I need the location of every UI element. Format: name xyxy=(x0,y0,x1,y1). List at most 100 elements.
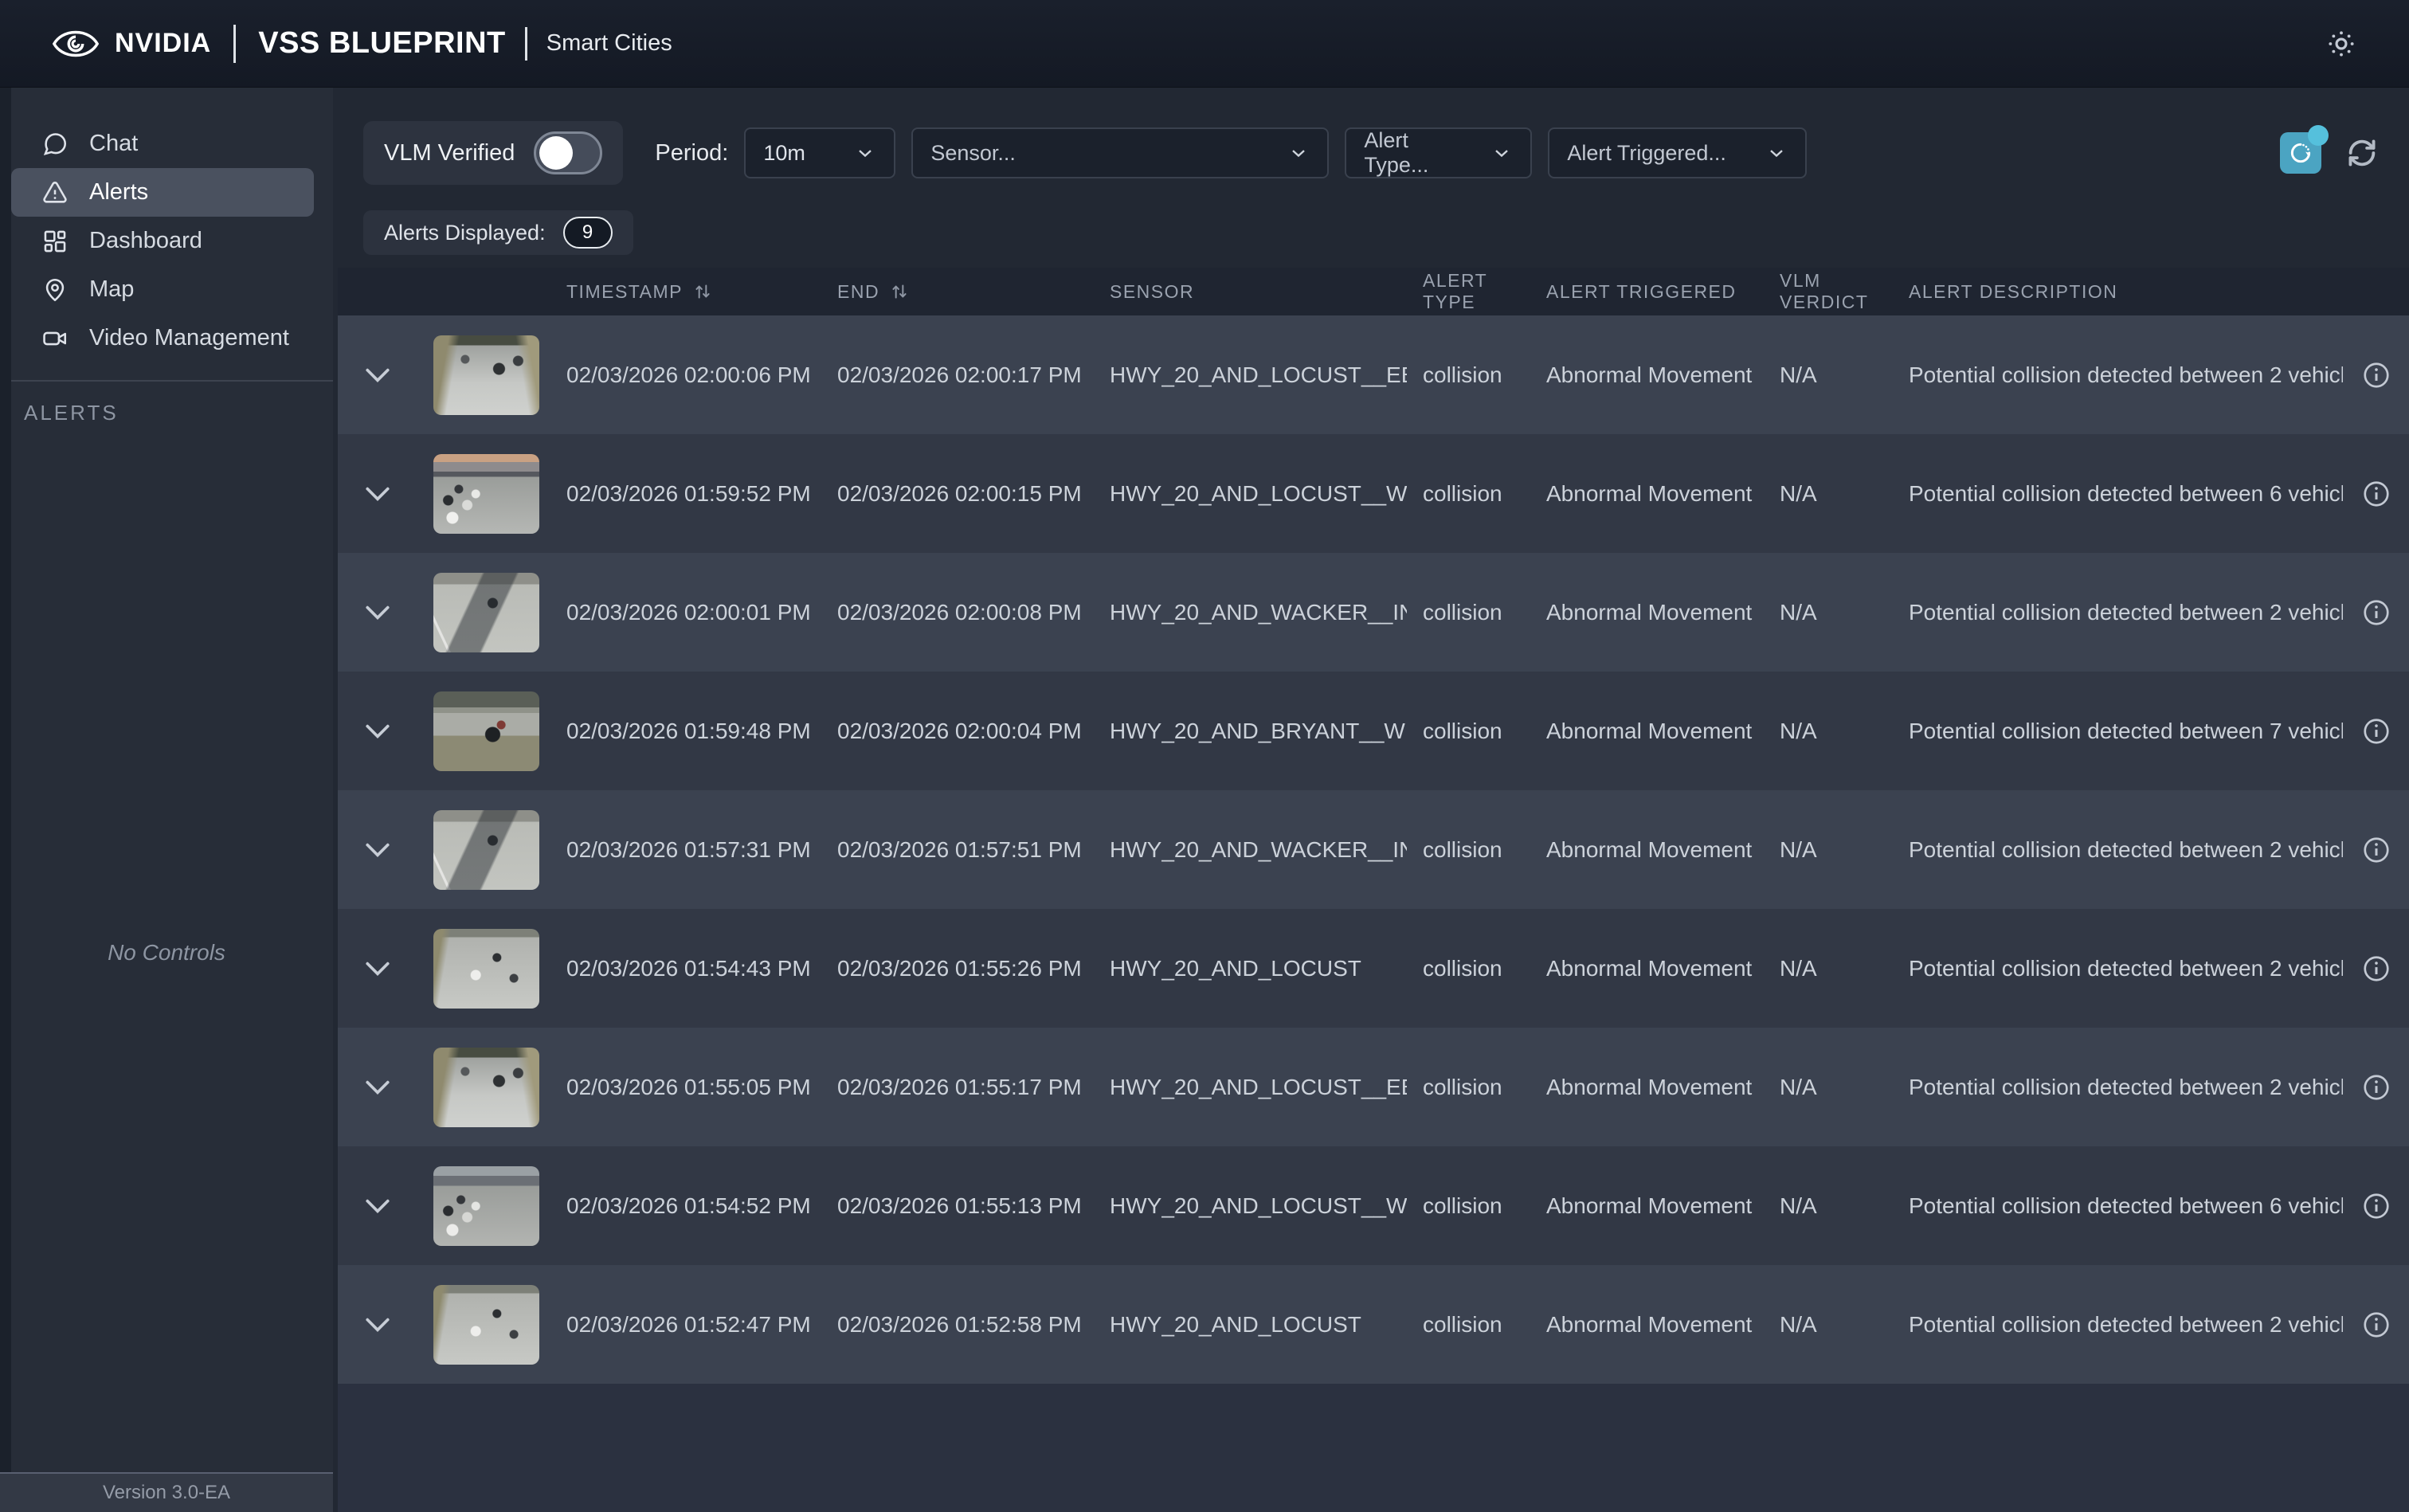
cell-timestamp: 02/03/2026 01:52:47 PM xyxy=(566,1311,811,1337)
cell-timestamp: 02/03/2026 01:59:48 PM xyxy=(566,718,811,743)
expand-chevron-icon[interactable] xyxy=(364,1079,391,1096)
cell-sensor: HWY_20_AND_BRYANT__WB xyxy=(1110,718,1407,743)
column-header-timestamp[interactable]: TIMESTAMP xyxy=(550,268,821,315)
info-icon[interactable] xyxy=(2361,360,2391,390)
cell-alert-triggered: Abnormal Movement xyxy=(1546,599,1753,625)
notification-dot xyxy=(2308,125,2329,146)
info-icon[interactable] xyxy=(2361,479,2391,509)
cell-timestamp: 02/03/2026 01:54:52 PM xyxy=(566,1193,811,1218)
alert-thumbnail[interactable] xyxy=(433,335,539,415)
sidebar-item-map[interactable]: Map xyxy=(11,265,314,314)
cell-vlm-verdict: N/A xyxy=(1780,599,1817,625)
alerts-table: TIMESTAMP END SENSOR ALERT TYPE ALERT TR… xyxy=(338,268,2409,1512)
cell-end: 02/03/2026 02:00:08 PM xyxy=(837,599,1082,625)
sidebar-item-alerts[interactable]: Alerts xyxy=(11,168,314,217)
refresh-icon xyxy=(2348,139,2376,166)
sidebar-item-dashboard[interactable]: Dashboard xyxy=(11,217,314,265)
column-header-info xyxy=(2343,268,2409,315)
cell-alert-triggered: Abnormal Movement xyxy=(1546,1193,1753,1218)
expand-chevron-icon[interactable] xyxy=(364,366,391,384)
cell-timestamp: 02/03/2026 01:55:05 PM xyxy=(566,1074,811,1099)
sidebar: Chat Alerts Dashboard Map Video Manageme… xyxy=(0,88,333,1512)
sidebar-item-label: Alerts xyxy=(89,179,149,205)
info-icon[interactable] xyxy=(2361,835,2391,865)
sensor-select[interactable]: Sensor... xyxy=(911,127,1330,178)
alerts-displayed-chip: Alerts Displayed: 9 xyxy=(363,210,633,255)
cell-end: 02/03/2026 01:57:51 PM xyxy=(837,836,1082,862)
cell-vlm-verdict: N/A xyxy=(1780,1311,1817,1337)
info-icon[interactable] xyxy=(2361,716,2391,746)
cell-alert-type: collision xyxy=(1423,599,1502,625)
app-subtitle: Smart Cities xyxy=(546,30,672,56)
alert-triggered-select[interactable]: Alert Triggered... xyxy=(1548,127,1808,178)
alerts-section-label: ALERTS xyxy=(24,401,119,425)
cell-end: 02/03/2026 02:00:04 PM xyxy=(837,718,1082,743)
sidebar-item-label: Chat xyxy=(89,131,139,156)
table-row[interactable]: 02/03/2026 01:52:47 PM 02/03/2026 01:52:… xyxy=(338,1265,2409,1384)
expand-chevron-icon[interactable] xyxy=(364,485,391,503)
cell-alert-description: Potential collision detected between 7 v… xyxy=(1909,718,2343,743)
table-body: 02/03/2026 02:00:06 PM 02/03/2026 02:00:… xyxy=(338,315,2409,1384)
table-row[interactable]: 02/03/2026 01:59:52 PM 02/03/2026 02:00:… xyxy=(338,434,2409,553)
cell-sensor: HWY_20_AND_LOCUST__EBA xyxy=(1110,1074,1407,1099)
cell-alert-description: Potential collision detected between 2 v… xyxy=(1909,599,2343,625)
title-separator xyxy=(233,24,237,63)
sidebar-item-video-management[interactable]: Video Management xyxy=(11,314,314,362)
cell-alert-triggered: Abnormal Movement xyxy=(1546,836,1753,862)
expand-chevron-icon[interactable] xyxy=(364,604,391,621)
cell-alert-triggered: Abnormal Movement xyxy=(1546,718,1753,743)
vlm-verified-toggle[interactable] xyxy=(534,131,603,174)
auto-refresh-button[interactable] xyxy=(2280,125,2329,174)
alert-thumbnail[interactable] xyxy=(433,809,539,890)
table-row[interactable]: 02/03/2026 01:57:31 PM 02/03/2026 01:57:… xyxy=(338,790,2409,909)
alert-thumbnail[interactable] xyxy=(433,691,539,771)
chevron-down-icon xyxy=(1292,150,1306,158)
nvidia-eye-icon xyxy=(52,30,100,57)
cell-end: 02/03/2026 01:55:17 PM xyxy=(837,1074,1082,1099)
column-header-expand xyxy=(338,268,417,315)
chevron-down-icon xyxy=(1770,150,1784,158)
info-icon[interactable] xyxy=(2361,1072,2391,1103)
alert-thumbnail[interactable] xyxy=(433,1165,539,1246)
table-row[interactable]: 02/03/2026 01:59:48 PM 02/03/2026 02:00:… xyxy=(338,672,2409,790)
toggle-knob xyxy=(539,136,574,170)
cell-vlm-verdict: N/A xyxy=(1780,718,1817,743)
nvidia-logo: NVIDIA xyxy=(51,28,211,60)
column-header-vlm-verdict: VLM VERDICT xyxy=(1780,270,1869,312)
cell-alert-description: Potential collision detected between 6 v… xyxy=(1909,480,2343,506)
info-icon[interactable] xyxy=(2361,1191,2391,1221)
expand-chevron-icon[interactable] xyxy=(364,1197,391,1215)
expand-chevron-icon[interactable] xyxy=(364,1316,391,1334)
expand-chevron-icon[interactable] xyxy=(364,723,391,740)
table-row[interactable]: 02/03/2026 02:00:01 PM 02/03/2026 02:00:… xyxy=(338,553,2409,672)
alert-thumbnail[interactable] xyxy=(433,1047,539,1127)
alert-thumbnail[interactable] xyxy=(433,928,539,1009)
cell-alert-description: Potential collision detected between 2 v… xyxy=(1909,362,2343,387)
table-row[interactable]: 02/03/2026 01:55:05 PM 02/03/2026 01:55:… xyxy=(338,1028,2409,1146)
theme-toggle-button[interactable] xyxy=(2325,27,2358,61)
alert-thumbnail[interactable] xyxy=(433,1284,539,1365)
main-content: VLM Verified Period: 10m Sensor... Alert… xyxy=(333,88,2409,1512)
cell-timestamp: 02/03/2026 01:54:43 PM xyxy=(566,955,811,981)
info-icon[interactable] xyxy=(2361,954,2391,984)
column-header-end[interactable]: END xyxy=(821,268,1094,315)
expand-chevron-icon[interactable] xyxy=(364,841,391,859)
info-icon[interactable] xyxy=(2361,1310,2391,1340)
sort-icon xyxy=(695,284,710,299)
cell-sensor: HWY_20_AND_LOCUST__WBA xyxy=(1110,1193,1407,1218)
alert-type-select[interactable]: Alert Type... xyxy=(1345,127,1533,178)
table-row[interactable]: 02/03/2026 01:54:52 PM 02/03/2026 01:55:… xyxy=(338,1146,2409,1265)
expand-chevron-icon[interactable] xyxy=(364,960,391,977)
table-row[interactable]: 02/03/2026 01:54:43 PM 02/03/2026 01:55:… xyxy=(338,909,2409,1028)
alert-thumbnail[interactable] xyxy=(433,572,539,652)
cell-alert-type: collision xyxy=(1423,480,1502,506)
alert-thumbnail[interactable] xyxy=(433,453,539,534)
table-row[interactable]: 02/03/2026 02:00:06 PM 02/03/2026 02:00:… xyxy=(338,315,2409,434)
sidebar-item-label: Dashboard xyxy=(89,228,202,253)
column-header-thumbnail xyxy=(417,268,550,315)
column-header-alert-type: ALERT TYPE xyxy=(1423,270,1487,312)
period-select[interactable]: 10m xyxy=(744,127,896,178)
sidebar-item-chat[interactable]: Chat xyxy=(11,119,314,168)
refresh-button[interactable] xyxy=(2344,135,2380,171)
info-icon[interactable] xyxy=(2361,597,2391,628)
